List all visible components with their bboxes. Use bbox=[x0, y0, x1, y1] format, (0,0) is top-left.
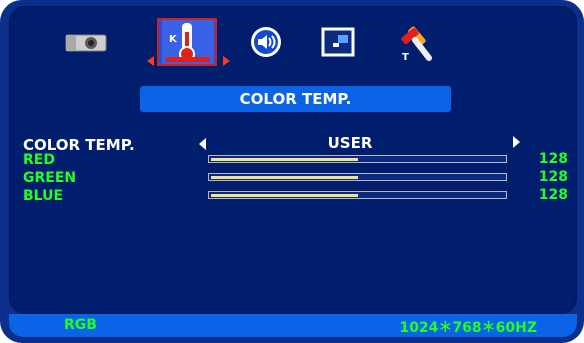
thermometer-icon[interactable]: K bbox=[162, 20, 214, 64]
green-value: 128 bbox=[538, 169, 568, 185]
blue-label: BLUE bbox=[23, 188, 64, 204]
input-source: RGB bbox=[64, 317, 97, 333]
blue-slider-fill bbox=[211, 194, 358, 197]
resolution-readout: 1024＊768＊60HZ bbox=[399, 320, 537, 336]
red-slider[interactable] bbox=[208, 155, 507, 163]
color-temp-value[interactable]: USER bbox=[308, 134, 392, 152]
blue-value: 128 bbox=[538, 187, 568, 203]
green-label: GREEN bbox=[23, 170, 77, 186]
green-slider-fill bbox=[211, 176, 358, 179]
svg-text:K: K bbox=[169, 34, 178, 45]
svg-text:T: T bbox=[402, 52, 409, 63]
position-icon[interactable] bbox=[321, 27, 355, 57]
color-temp-prev-arrow[interactable] bbox=[199, 138, 206, 150]
red-value: 128 bbox=[538, 151, 568, 167]
tool-icon[interactable]: T bbox=[397, 22, 437, 64]
osd-menu: K T COLOR TEMP. COLOR TEMP. USER RED 128… bbox=[0, 0, 584, 343]
page-title: COLOR TEMP. bbox=[140, 86, 451, 112]
blue-slider[interactable] bbox=[208, 191, 507, 199]
red-slider-fill bbox=[211, 158, 358, 161]
icon-prev-arrow[interactable] bbox=[147, 56, 154, 66]
color-temp-next-arrow[interactable] bbox=[513, 136, 520, 148]
camera-icon[interactable] bbox=[64, 32, 110, 54]
red-label: RED bbox=[23, 152, 55, 168]
speaker-icon[interactable] bbox=[249, 25, 283, 59]
green-slider[interactable] bbox=[208, 173, 507, 181]
icon-next-arrow[interactable] bbox=[223, 56, 230, 66]
status-bar: RGB 1024＊768＊60HZ bbox=[9, 314, 577, 337]
